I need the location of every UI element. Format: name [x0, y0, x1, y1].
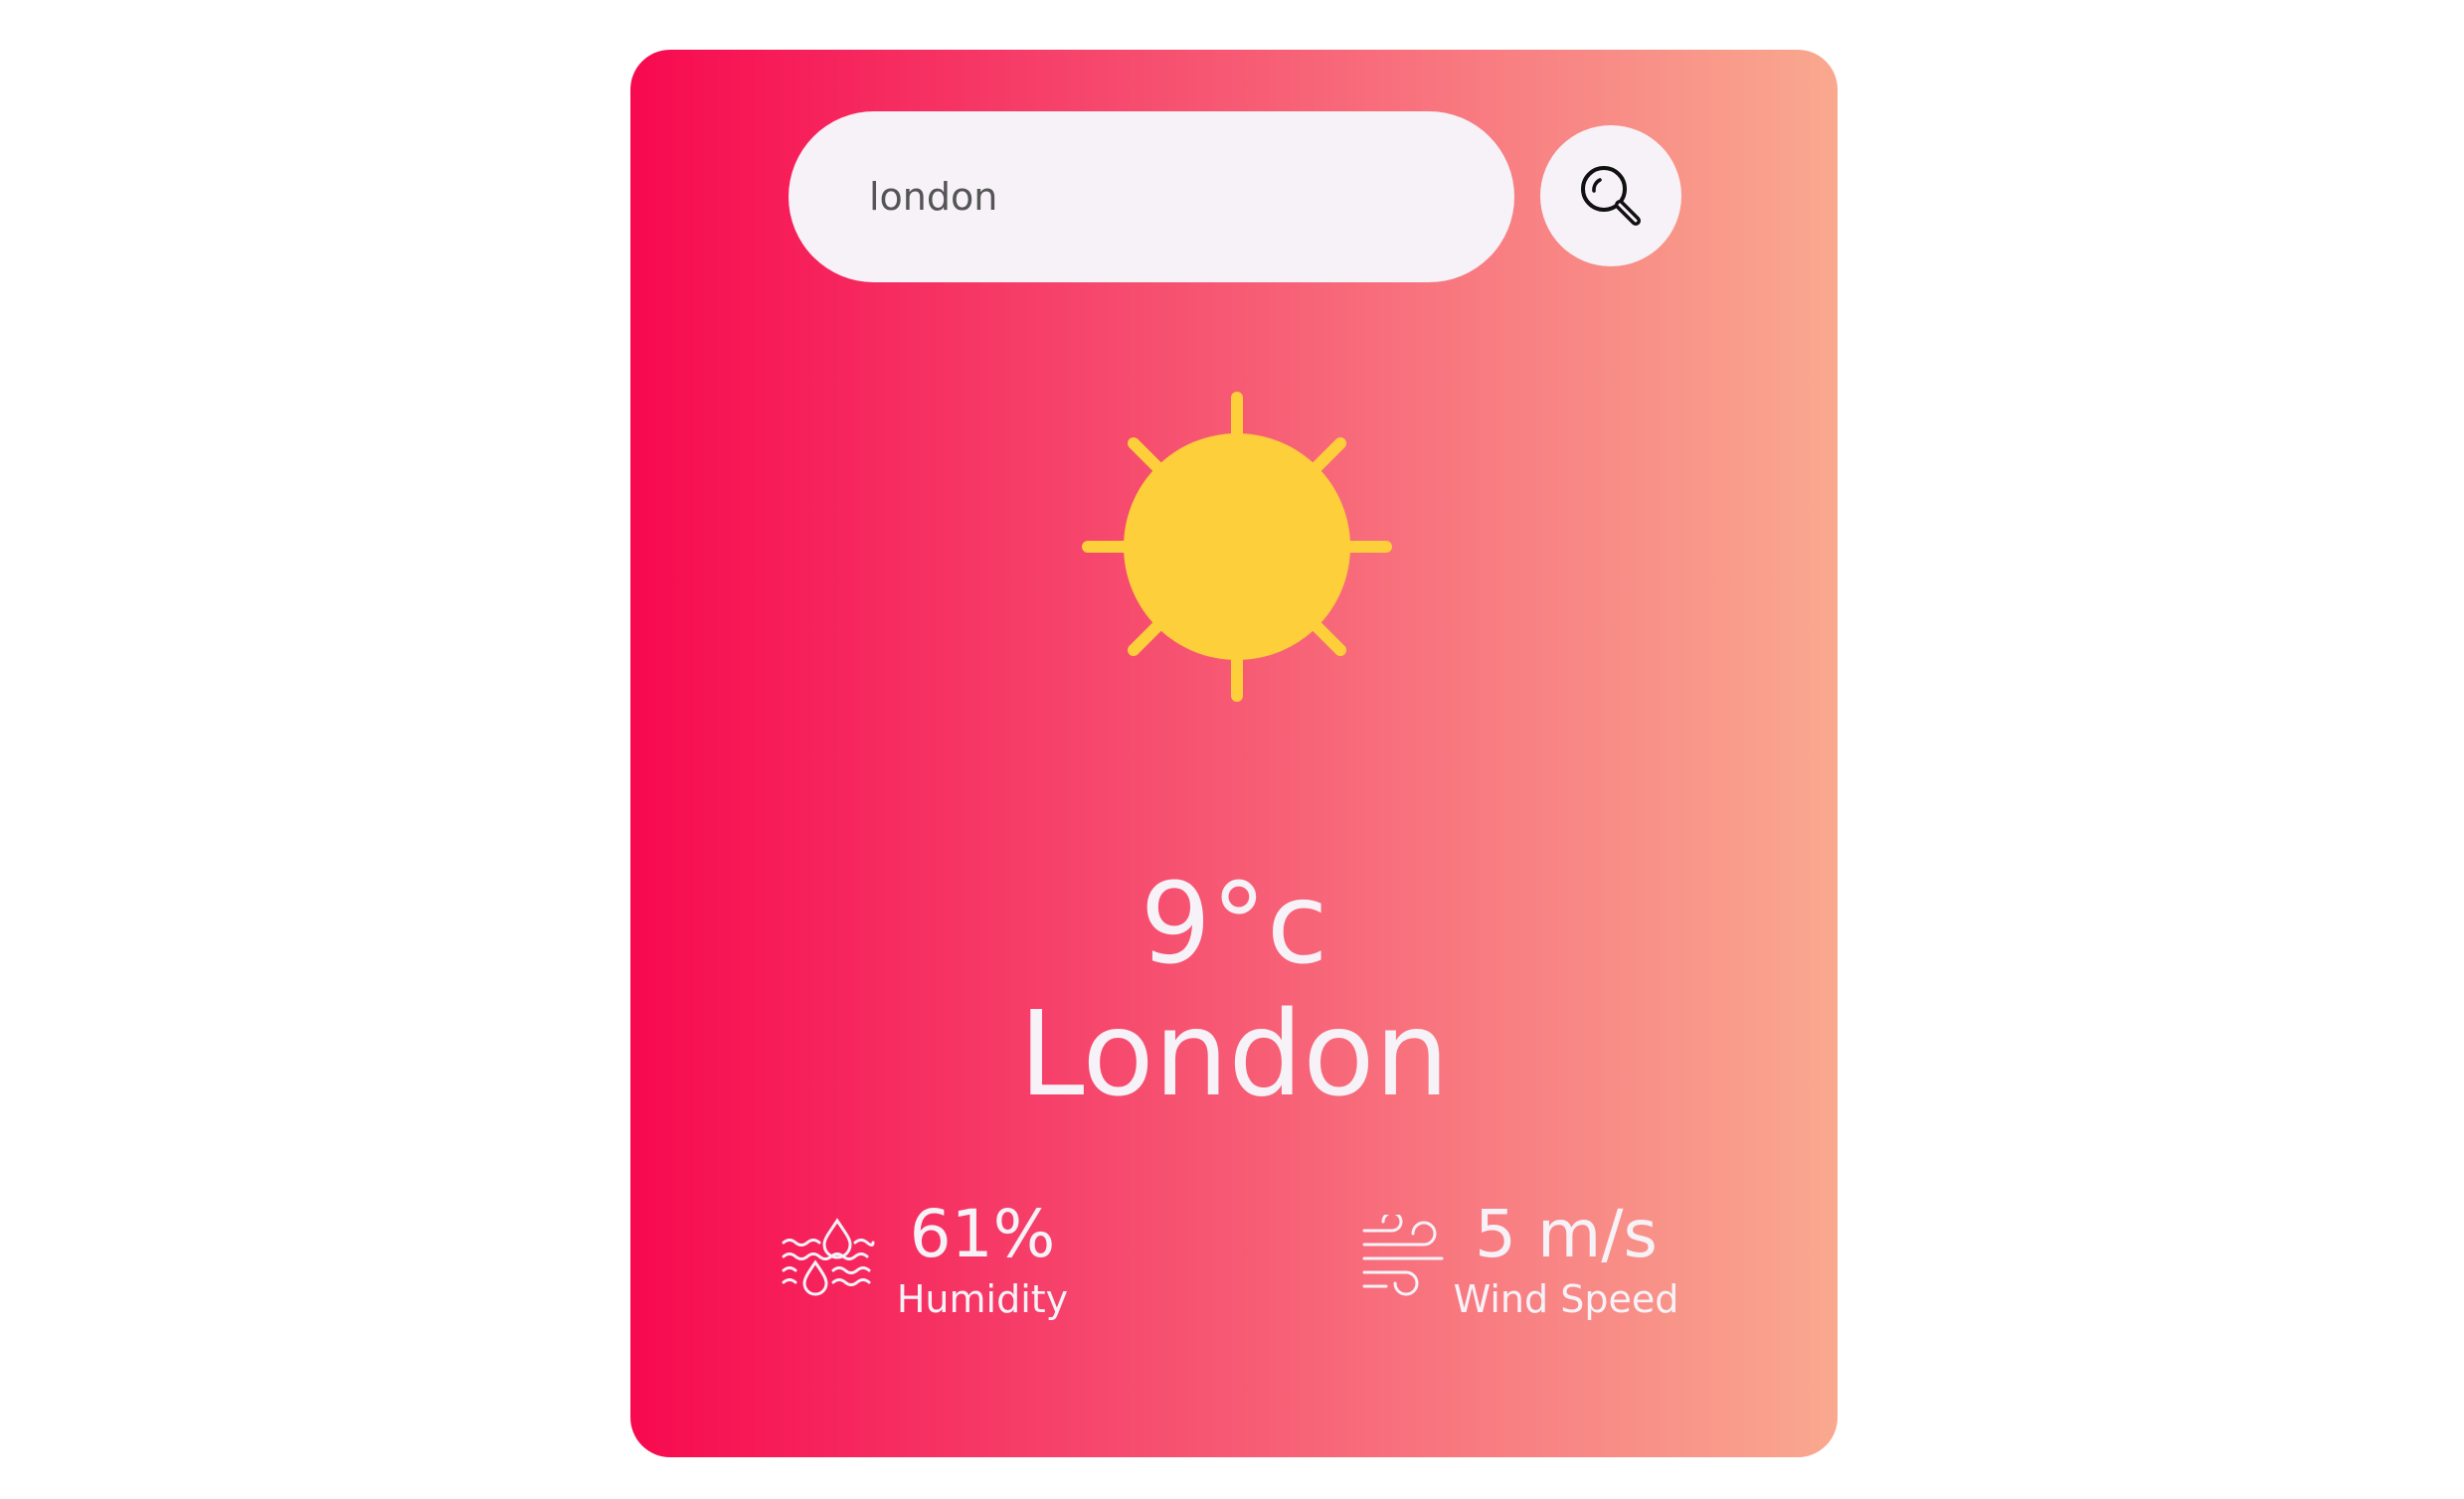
city-name: London — [1018, 985, 1450, 1122]
humidity-label: Humidity — [896, 1277, 1069, 1321]
humidity-value: 61% — [909, 1196, 1056, 1272]
sun-icon — [1082, 392, 1392, 702]
wind-speed-label: Wind Speed — [1453, 1277, 1679, 1321]
search-button[interactable] — [1540, 125, 1681, 266]
search-icon — [1581, 166, 1641, 226]
search-input[interactable] — [789, 111, 1514, 282]
weather-card: 9°c London 61% Humidity 5 m/s Wind Speed — [630, 50, 1838, 1457]
wind-speed-value: 5 m/s — [1475, 1196, 1658, 1272]
